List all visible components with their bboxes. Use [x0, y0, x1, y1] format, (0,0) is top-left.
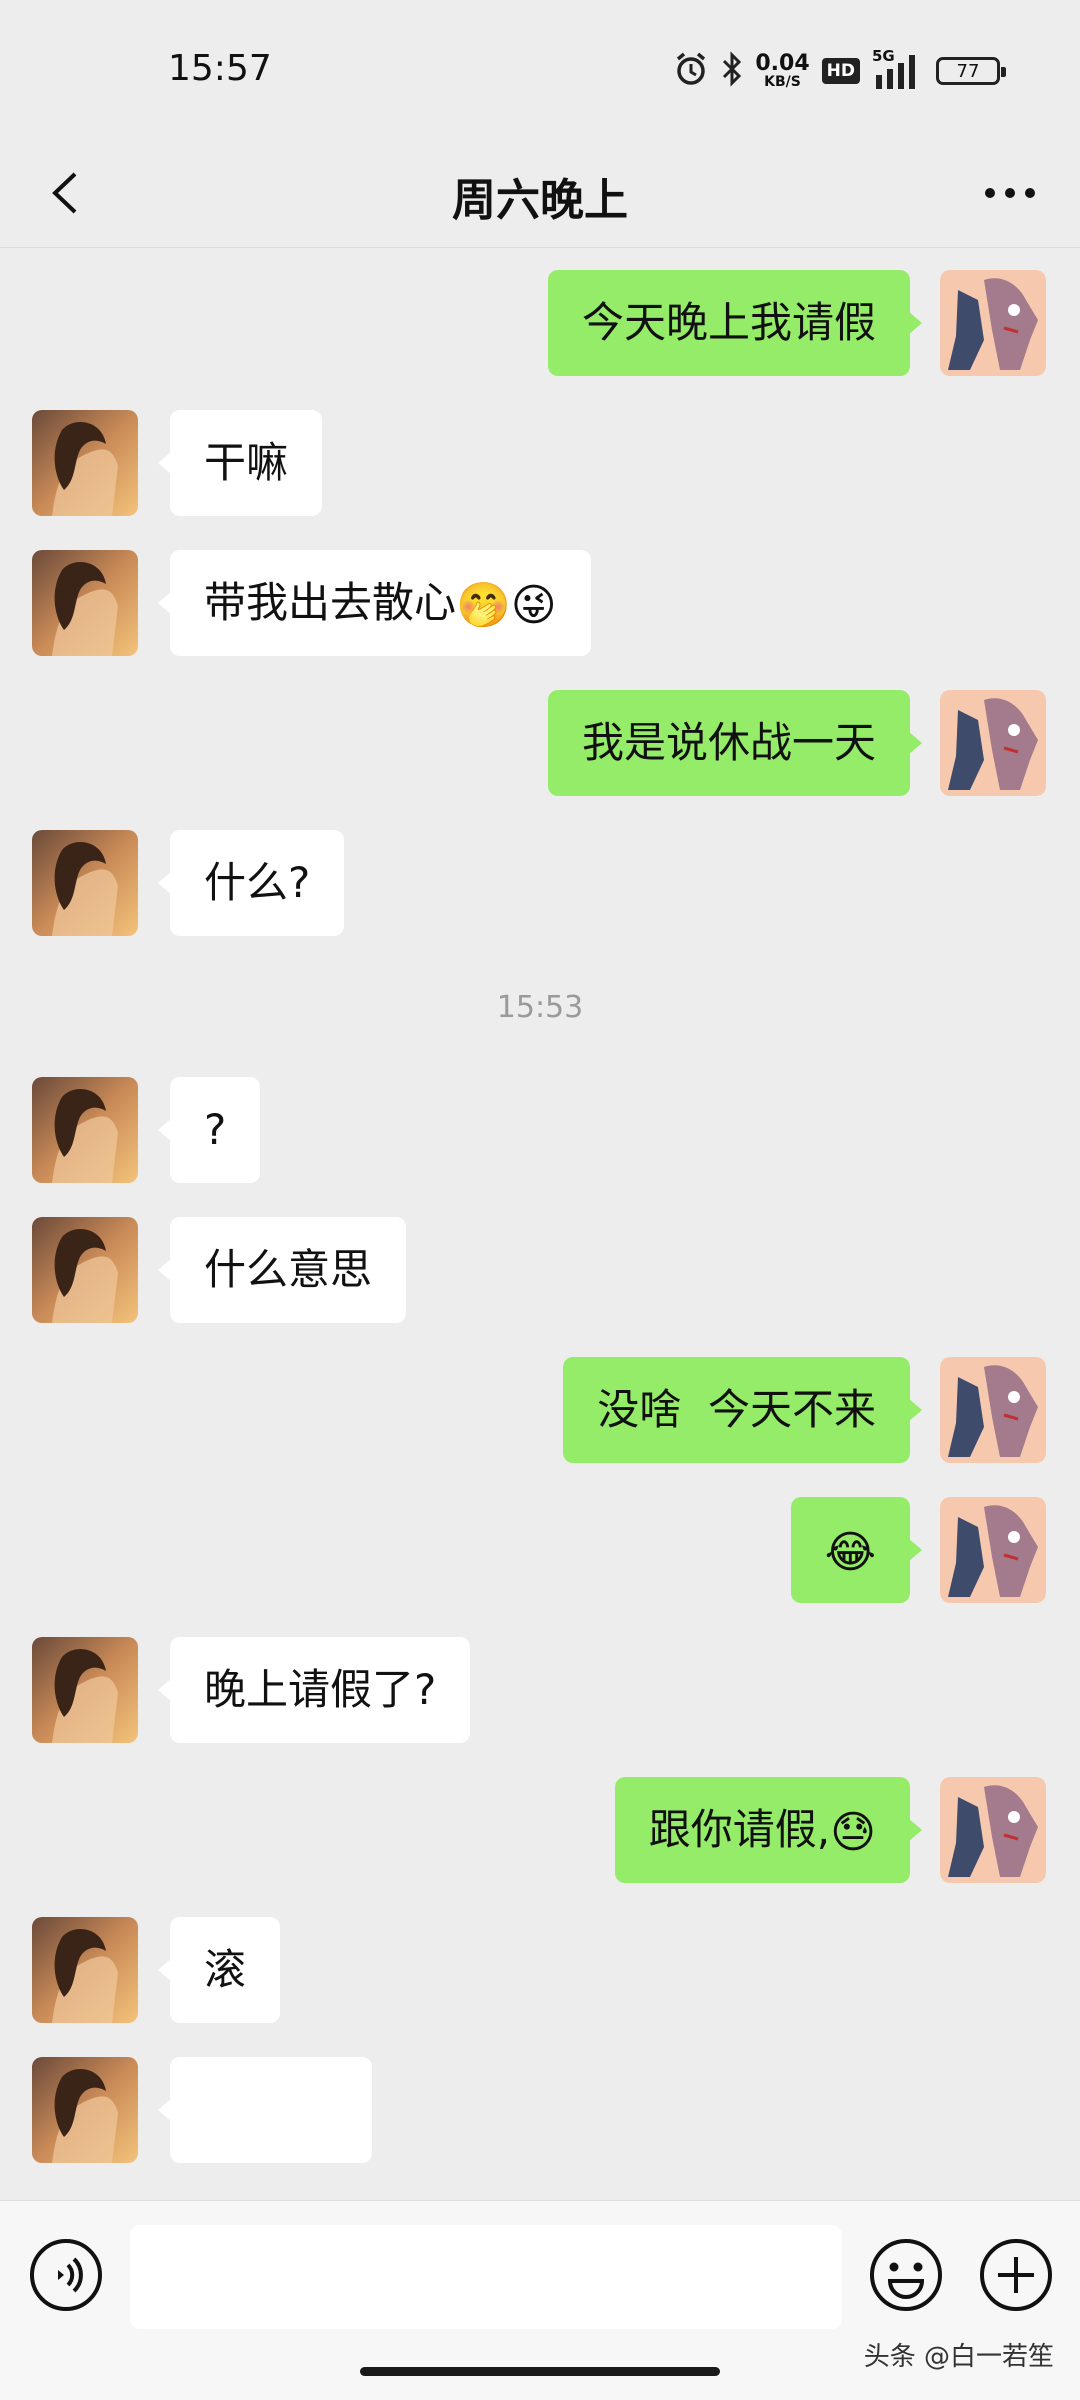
message-text: 带我出去散心	[204, 578, 457, 627]
contact-avatar[interactable]	[32, 830, 138, 936]
more-button[interactable]	[970, 158, 1050, 228]
sent-bubble[interactable]: 没啥 今天不来	[563, 1357, 922, 1463]
contact-avatar[interactable]	[32, 410, 138, 516]
message-row: 什么意思	[0, 1217, 1080, 1325]
emoji-icon: 😓	[830, 1806, 876, 1858]
net-speed-value: 0.04	[755, 51, 810, 76]
contact-avatar[interactable]	[32, 1077, 138, 1183]
chat-header: 周六晚上	[0, 140, 1080, 248]
received-bubble[interactable]: 什么意思	[157, 1217, 407, 1323]
message-row: 跟你请假,😓	[0, 1777, 1080, 1885]
bluetooth-icon	[721, 51, 743, 91]
received-bubble[interactable]: 干嘛	[157, 410, 323, 516]
portrait-avatar-icon	[32, 1637, 138, 1743]
cartoon-avatar-icon	[940, 1357, 1046, 1463]
chat-timestamp: 15:53	[496, 990, 584, 1025]
message-text: 晚上请假了?	[204, 1665, 437, 1714]
emoji-icon: 😂	[824, 1526, 876, 1578]
contact-avatar[interactable]	[32, 1637, 138, 1743]
message-row: 😂	[0, 1497, 1080, 1605]
message-row: 晚上请假了?	[0, 1637, 1080, 1745]
voice-button[interactable]	[28, 2237, 104, 2313]
voice-icon	[30, 2239, 102, 2311]
battery-icon: 77	[936, 57, 1006, 85]
portrait-avatar-icon	[32, 550, 138, 656]
signal-icon: 5G	[872, 47, 924, 91]
smiley-icon	[870, 2239, 942, 2311]
more-dots-icon	[985, 188, 1035, 198]
cartoon-avatar-icon	[940, 270, 1046, 376]
my-avatar[interactable]	[940, 690, 1046, 796]
battery-level: 77	[956, 60, 980, 82]
portrait-avatar-icon	[32, 1217, 138, 1323]
message-row: ?	[0, 1077, 1080, 1185]
portrait-avatar-icon	[32, 2057, 138, 2163]
message-row: 没啥 今天不来	[0, 1357, 1080, 1465]
hd-badge: HD	[821, 58, 860, 84]
status-icons: 0.04 KB/S HD 5G 77	[673, 47, 1006, 94]
cartoon-avatar-icon	[940, 690, 1046, 796]
sent-bubble[interactable]: 我是说休战一天	[547, 690, 923, 796]
message-text: 什么意思	[204, 1245, 373, 1294]
portrait-avatar-icon	[32, 1077, 138, 1183]
contact-avatar[interactable]	[32, 1217, 138, 1323]
message-input[interactable]	[130, 2225, 842, 2329]
message-text: 跟你请假,	[648, 1805, 831, 1854]
received-bubble[interactable]	[158, 2057, 372, 2163]
received-bubble[interactable]: 什么?	[157, 830, 345, 936]
message-row: 今天晚上我请假	[0, 270, 1080, 378]
sent-bubble[interactable]: 今天晚上我请假	[547, 270, 923, 376]
message-row	[0, 2057, 1080, 2165]
message-text: 什么?	[204, 858, 311, 907]
home-indicator[interactable]	[360, 2367, 720, 2376]
portrait-avatar-icon	[32, 1917, 138, 2023]
message-row: 带我出去散心🤭😜	[0, 550, 1080, 658]
received-bubble[interactable]: ?	[157, 1077, 261, 1183]
cartoon-avatar-icon	[940, 1777, 1046, 1883]
message-text: 我是说休战一天	[581, 718, 876, 767]
portrait-avatar-icon	[32, 410, 138, 516]
my-avatar[interactable]	[940, 1497, 1046, 1603]
received-bubble[interactable]: 带我出去散心🤭😜	[158, 550, 591, 656]
received-bubble[interactable]: 滚	[157, 1917, 281, 2023]
net-speed: 0.04 KB/S	[755, 51, 810, 90]
alarm-icon	[673, 51, 709, 91]
page-title: 周六晚上	[452, 175, 628, 226]
contact-avatar[interactable]	[32, 2057, 138, 2163]
plus-icon	[980, 2239, 1052, 2311]
contact-avatar[interactable]	[32, 1917, 138, 2023]
my-avatar[interactable]	[940, 1357, 1046, 1463]
message-row: 什么?	[0, 830, 1080, 938]
status-time: 15:57	[168, 48, 272, 89]
status-bar: 15:57 0.04 KB/S HD 5G 77	[0, 0, 1080, 140]
cartoon-avatar-icon	[940, 1497, 1046, 1603]
contact-avatar[interactable]	[32, 550, 138, 656]
emoji-button[interactable]	[868, 2237, 944, 2313]
received-bubble[interactable]: 晚上请假了?	[157, 1637, 471, 1743]
emoji-icon: 🤭😜	[456, 579, 557, 631]
my-avatar[interactable]	[940, 1777, 1046, 1883]
message-text: 干嘛	[204, 438, 289, 487]
plus-button[interactable]	[978, 2237, 1054, 2313]
my-avatar[interactable]	[940, 270, 1046, 376]
portrait-avatar-icon	[32, 830, 138, 936]
message-text: 滚	[204, 1945, 247, 1994]
message-text: ?	[204, 1105, 227, 1154]
sent-bubble[interactable]: 跟你请假,😓	[614, 1777, 923, 1883]
message-text: 没啥 今天不来	[597, 1385, 876, 1434]
message-text: 今天晚上我请假	[581, 298, 876, 347]
sent-bubble[interactable]: 😂	[790, 1497, 923, 1603]
net-speed-unit: KB/S	[764, 74, 801, 90]
message-row: 干嘛	[0, 410, 1080, 518]
watermark: 头条 @白一若笙	[863, 2342, 1054, 2372]
message-row: 滚	[0, 1917, 1080, 2025]
message-row: 我是说休战一天	[0, 690, 1080, 798]
